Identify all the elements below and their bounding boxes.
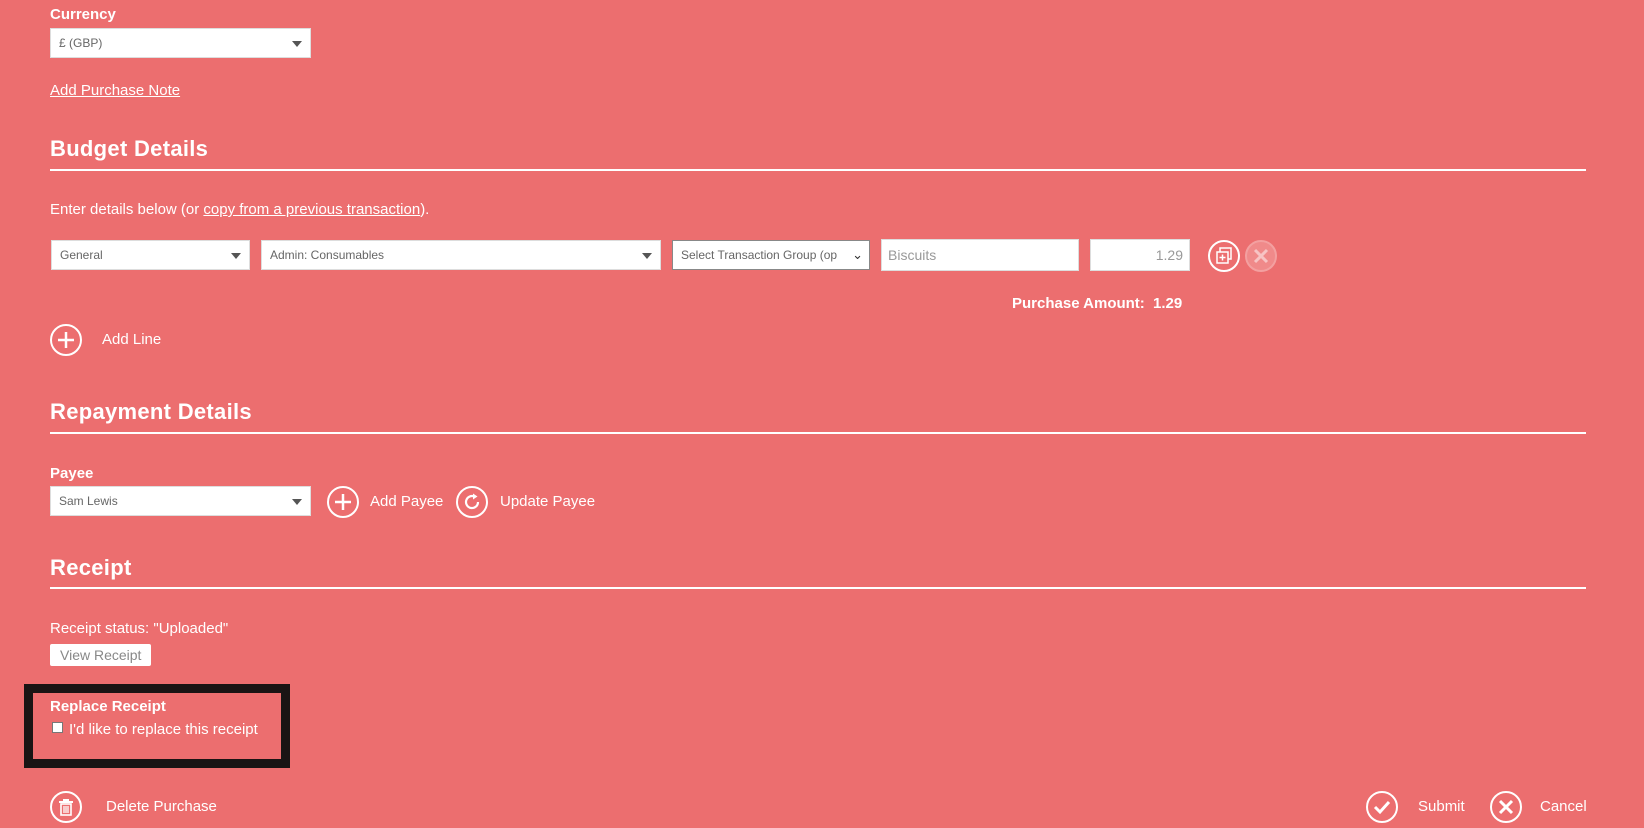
add-payee-label[interactable]: Add Payee (370, 493, 443, 510)
currency-value: £ (GBP) (59, 36, 103, 50)
chevron-down-icon (642, 253, 652, 259)
transaction-group-select[interactable]: Select Transaction Group (op ⌄ (672, 240, 870, 270)
submit-label[interactable]: Submit (1418, 798, 1465, 815)
check-icon (1373, 800, 1391, 815)
cancel-label[interactable]: Cancel (1540, 798, 1587, 815)
add-line-label[interactable]: Add Line (102, 331, 161, 348)
replace-receipt-label: Replace Receipt (50, 698, 166, 715)
refresh-icon (464, 493, 480, 510)
currency-select[interactable]: £ (GBP) (50, 28, 311, 58)
cancel-button[interactable] (1490, 791, 1522, 823)
description-value: Biscuits (888, 247, 937, 263)
transaction-group-value: Select Transaction Group (op (681, 248, 838, 262)
replace-receipt-checkbox-label[interactable]: I'd like to replace this receipt (69, 721, 258, 738)
budget-details-heading: Budget Details (50, 136, 209, 161)
replace-receipt-checkbox[interactable] (52, 722, 63, 733)
currency-label: Currency (50, 6, 116, 23)
amount-value: 1.29 (1155, 247, 1183, 263)
budget-intro-suffix: ). (420, 201, 430, 218)
close-icon (1253, 248, 1269, 264)
close-icon (1498, 799, 1514, 815)
budget-account-value: Admin: Consumables (270, 248, 385, 262)
delete-purchase-label[interactable]: Delete Purchase (106, 798, 217, 815)
plus-icon (58, 332, 74, 348)
add-payee-button[interactable] (327, 486, 359, 518)
repayment-divider (50, 432, 1586, 434)
view-receipt-button[interactable]: View Receipt (50, 644, 152, 666)
budget-account-select[interactable]: Admin: Consumables (261, 240, 661, 270)
remove-line-button[interactable] (1245, 240, 1277, 272)
chevron-down-icon: ⌄ (852, 247, 863, 262)
repayment-details-heading: Repayment Details (50, 399, 252, 424)
copy-icon (1216, 247, 1232, 264)
purchase-amount-value: 1.29 (1153, 295, 1183, 312)
amount-input[interactable]: 1.29 (1090, 239, 1190, 271)
chevron-down-icon (231, 253, 241, 259)
chevron-down-icon (292, 499, 302, 505)
chevron-down-icon (292, 41, 302, 47)
update-payee-label[interactable]: Update Payee (500, 493, 595, 510)
add-purchase-note-link[interactable]: Add Purchase Note (50, 82, 180, 99)
receipt-heading: Receipt (50, 555, 132, 580)
description-input[interactable]: Biscuits (881, 239, 1079, 271)
budget-intro: Enter details below (or copy from a prev… (50, 201, 429, 218)
submit-button[interactable] (1366, 791, 1398, 823)
receipt-status: Receipt status: "Uploaded" (50, 620, 229, 637)
budget-divider (50, 169, 1586, 171)
copy-previous-transaction-link[interactable]: copy from a previous transaction (203, 201, 420, 218)
budget-category-select[interactable]: General (51, 240, 250, 270)
budget-category-value: General (60, 248, 103, 262)
plus-icon (335, 494, 351, 510)
budget-intro-prefix: Enter details below (or (50, 201, 204, 218)
add-line-button[interactable] (50, 324, 82, 356)
trash-icon (59, 799, 73, 816)
payee-select[interactable]: Sam Lewis (50, 486, 311, 516)
receipt-divider (50, 587, 1586, 589)
duplicate-line-button[interactable] (1208, 240, 1240, 272)
payee-label: Payee (50, 465, 94, 482)
update-payee-button[interactable] (456, 486, 488, 518)
delete-purchase-button[interactable] (50, 791, 82, 823)
payee-value: Sam Lewis (59, 494, 118, 508)
purchase-amount-label: Purchase Amount: (1012, 295, 1145, 312)
